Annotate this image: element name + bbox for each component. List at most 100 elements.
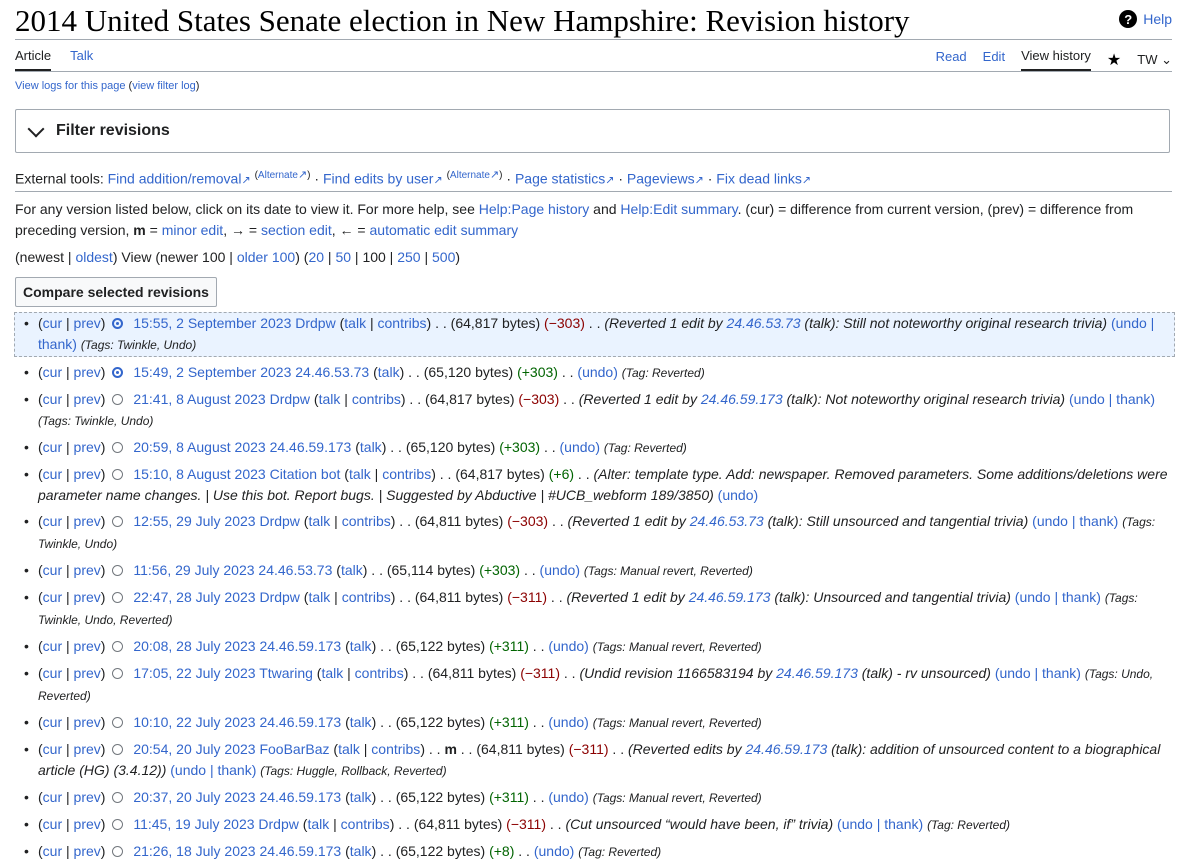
revision-actions[interactable]: (undo | thank) (1032, 513, 1118, 529)
prev-link[interactable]: prev (74, 589, 101, 605)
alternate-link[interactable]: Alternate (450, 170, 490, 181)
revision-user[interactable]: Drdpw (258, 816, 298, 832)
prev-link[interactable]: prev (74, 714, 101, 730)
user-contribs-link[interactable]: contribs (382, 466, 431, 482)
tab-edit[interactable]: Edit (983, 49, 1005, 70)
cur-link[interactable]: cur (43, 562, 62, 578)
prev-link[interactable]: prev (74, 789, 101, 805)
find-user-link[interactable]: Find edits by user (323, 171, 434, 187)
revision-radio[interactable] (112, 565, 124, 576)
page-statistics-link[interactable]: Page statistics (515, 171, 605, 187)
revision-date[interactable]: 11:45, 19 July 2023 (133, 816, 254, 832)
revision-radio[interactable] (112, 394, 124, 405)
revision-date[interactable]: 20:59, 8 August 2023 (133, 439, 265, 455)
watch-star-icon[interactable]: ★ (1107, 50, 1121, 70)
revision-actions[interactable]: (undo | thank) (995, 665, 1081, 681)
revision-radio[interactable] (112, 469, 124, 480)
prev-link[interactable]: prev (74, 364, 101, 380)
user-contribs-link[interactable]: contribs (341, 816, 390, 832)
revision-date[interactable]: 10:10, 22 July 2023 (133, 714, 255, 730)
cur-link[interactable]: cur (43, 816, 62, 832)
user-contribs-link[interactable]: contribs (342, 513, 391, 529)
revision-radio[interactable] (112, 792, 124, 803)
revision-user[interactable]: 24.46.59.173 (259, 843, 341, 859)
prev-link[interactable]: prev (74, 562, 101, 578)
summary-user-link[interactable]: 24.46.59.173 (745, 741, 827, 757)
user-contribs-link[interactable]: contribs (355, 665, 404, 681)
cur-link[interactable]: cur (43, 741, 62, 757)
revision-date[interactable]: 15:49, 2 September 2023 (133, 364, 291, 380)
revision-user[interactable]: 24.46.53.73 (295, 364, 369, 380)
user-talk-link[interactable]: talk (344, 315, 366, 331)
summary-user-link[interactable]: 24.46.59.173 (776, 665, 858, 681)
cur-link[interactable]: cur (43, 466, 62, 482)
cur-link[interactable]: cur (43, 513, 62, 529)
user-talk-link[interactable]: talk (308, 589, 330, 605)
prev-link[interactable]: prev (74, 466, 101, 482)
revision-actions[interactable]: (undo) (548, 638, 588, 654)
automatic-edit-summary-link[interactable]: automatic edit summary (370, 222, 519, 238)
cur-link[interactable]: cur (43, 665, 62, 681)
revision-user[interactable]: 24.46.59.173 (270, 439, 352, 455)
tw-menu[interactable]: TW ⌄ (1137, 52, 1172, 68)
user-talk-link[interactable]: talk (319, 391, 341, 407)
revision-actions[interactable]: (undo) (534, 843, 574, 859)
summary-user-link[interactable]: 24.46.59.173 (689, 589, 771, 605)
limit-500-link[interactable]: 500 (432, 249, 455, 265)
revision-radio[interactable] (112, 442, 124, 453)
user-talk-link[interactable]: talk (350, 843, 372, 859)
summary-user-link[interactable]: 24.46.53.73 (690, 513, 764, 529)
user-contribs-link[interactable]: contribs (352, 391, 401, 407)
tab-view-history[interactable]: View history (1021, 48, 1091, 71)
user-talk-link[interactable]: talk (338, 741, 360, 757)
filter-revisions-panel[interactable]: Filter revisions (15, 109, 1170, 153)
prev-link[interactable]: prev (74, 638, 101, 654)
revision-radio[interactable] (112, 318, 124, 329)
revision-user[interactable]: 24.46.59.173 (259, 714, 341, 730)
revision-user[interactable]: Drdpw (270, 391, 310, 407)
view-filter-log-link[interactable]: view filter log (132, 80, 196, 92)
cur-link[interactable]: cur (43, 789, 62, 805)
revision-actions[interactable]: (undo | thank) (170, 762, 256, 778)
tab-read[interactable]: Read (936, 49, 967, 70)
limit-250-link[interactable]: 250 (397, 249, 420, 265)
revision-actions[interactable]: (undo | thank) (1015, 589, 1101, 605)
tab-talk[interactable]: Talk (70, 48, 93, 71)
cur-link[interactable]: cur (43, 315, 62, 331)
revision-radio[interactable] (112, 367, 124, 378)
revision-actions[interactable]: (undo) (548, 789, 588, 805)
user-talk-link[interactable]: talk (349, 466, 371, 482)
prev-link[interactable]: prev (74, 391, 101, 407)
cur-link[interactable]: cur (43, 364, 62, 380)
revision-actions[interactable]: (undo) (548, 714, 588, 730)
revision-actions[interactable]: (undo) (577, 364, 617, 380)
user-talk-link[interactable]: talk (307, 816, 329, 832)
cur-link[interactable]: cur (43, 638, 62, 654)
prev-link[interactable]: prev (74, 843, 101, 859)
revision-radio[interactable] (112, 744, 124, 755)
help-label[interactable]: Help (1143, 11, 1172, 27)
revision-date[interactable]: 12:55, 29 July 2023 (133, 513, 255, 529)
revision-actions[interactable]: (undo) (560, 439, 600, 455)
help-link[interactable]: ? Help (1119, 10, 1172, 28)
find-addition-link[interactable]: Find addition/removal (108, 171, 242, 187)
revision-date[interactable]: 20:37, 20 July 2023 (133, 789, 255, 805)
older-link[interactable]: older 100 (237, 249, 295, 265)
revision-date[interactable]: 21:26, 18 July 2023 (133, 843, 255, 859)
user-contribs-link[interactable]: contribs (378, 315, 427, 331)
limit-50-link[interactable]: 50 (335, 249, 351, 265)
prev-link[interactable]: prev (74, 665, 101, 681)
user-talk-link[interactable]: talk (360, 439, 382, 455)
view-logs-link[interactable]: View logs for this page (15, 80, 125, 92)
revision-actions[interactable]: (undo | thank) (837, 816, 923, 832)
user-contribs-link[interactable]: contribs (342, 589, 391, 605)
revision-date[interactable]: 15:10, 8 August 2023 (133, 466, 265, 482)
cur-link[interactable]: cur (43, 714, 62, 730)
revision-date[interactable]: 11:56, 29 July 2023 (133, 562, 254, 578)
help-edit-summary-link[interactable]: Help:Edit summary (620, 201, 737, 217)
revision-date[interactable]: 20:54, 20 July 2023 (133, 741, 255, 757)
revision-user[interactable]: Citation bot (270, 466, 341, 482)
user-talk-link[interactable]: talk (350, 714, 372, 730)
summary-user-link[interactable]: 24.46.59.173 (701, 391, 783, 407)
revision-date[interactable]: 20:08, 28 July 2023 (133, 638, 255, 654)
